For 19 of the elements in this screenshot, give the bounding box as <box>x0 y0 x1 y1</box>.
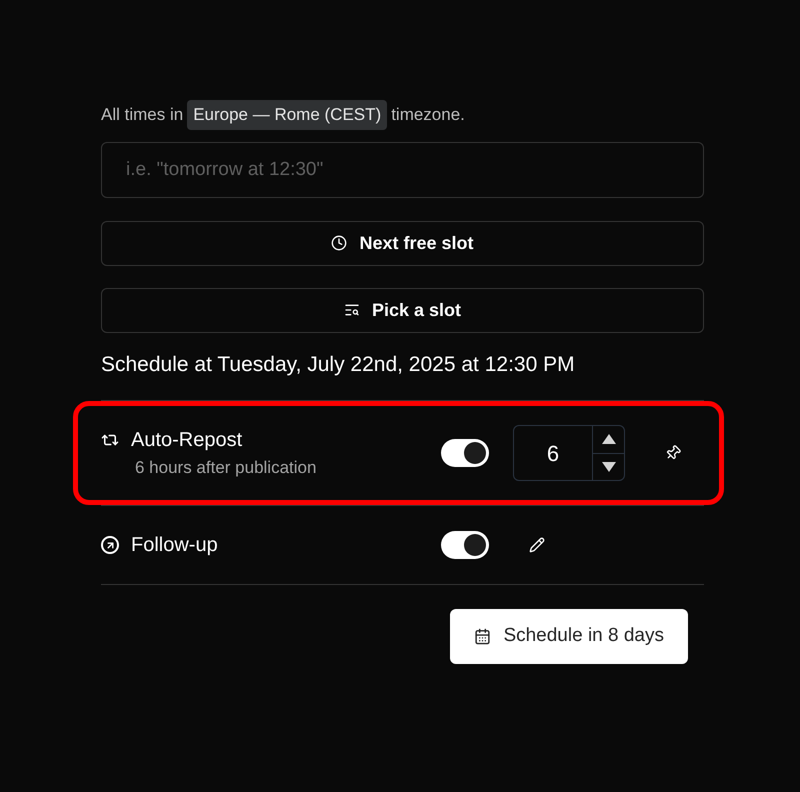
list-search-icon <box>344 302 360 318</box>
schedule-summary: Schedule at Tuesday, July 22nd, 2025 at 12:30 PM <box>101 352 576 378</box>
option-title: Auto-Repost <box>131 428 242 454</box>
edit-icon[interactable] <box>529 537 545 553</box>
calendar-icon <box>474 628 492 645</box>
date-input-field[interactable]: i.e. "tomorrow at 12:30" <box>101 142 704 198</box>
clock-icon <box>331 235 348 251</box>
timezone-label: All times in <box>101 104 184 126</box>
stepper-value: 6 <box>546 440 560 468</box>
slot-button[interactable]: Next free slot <box>101 220 704 266</box>
schedule-button[interactable]: Schedule in 8 days <box>450 609 688 664</box>
option-subtitle: 6 hours after publication <box>135 457 318 480</box>
number-stepper[interactable]: 6 <box>513 425 625 481</box>
timezone-tag: Europe — Rome (CEST) <box>187 100 388 130</box>
toggle-switch[interactable] <box>441 439 489 467</box>
toggle-switch[interactable] <box>441 531 489 559</box>
option-title: Follow-up <box>131 533 218 558</box>
timezone-label: timezone. <box>391 104 465 126</box>
slot-button[interactable]: Pick a slot <box>101 288 704 332</box>
